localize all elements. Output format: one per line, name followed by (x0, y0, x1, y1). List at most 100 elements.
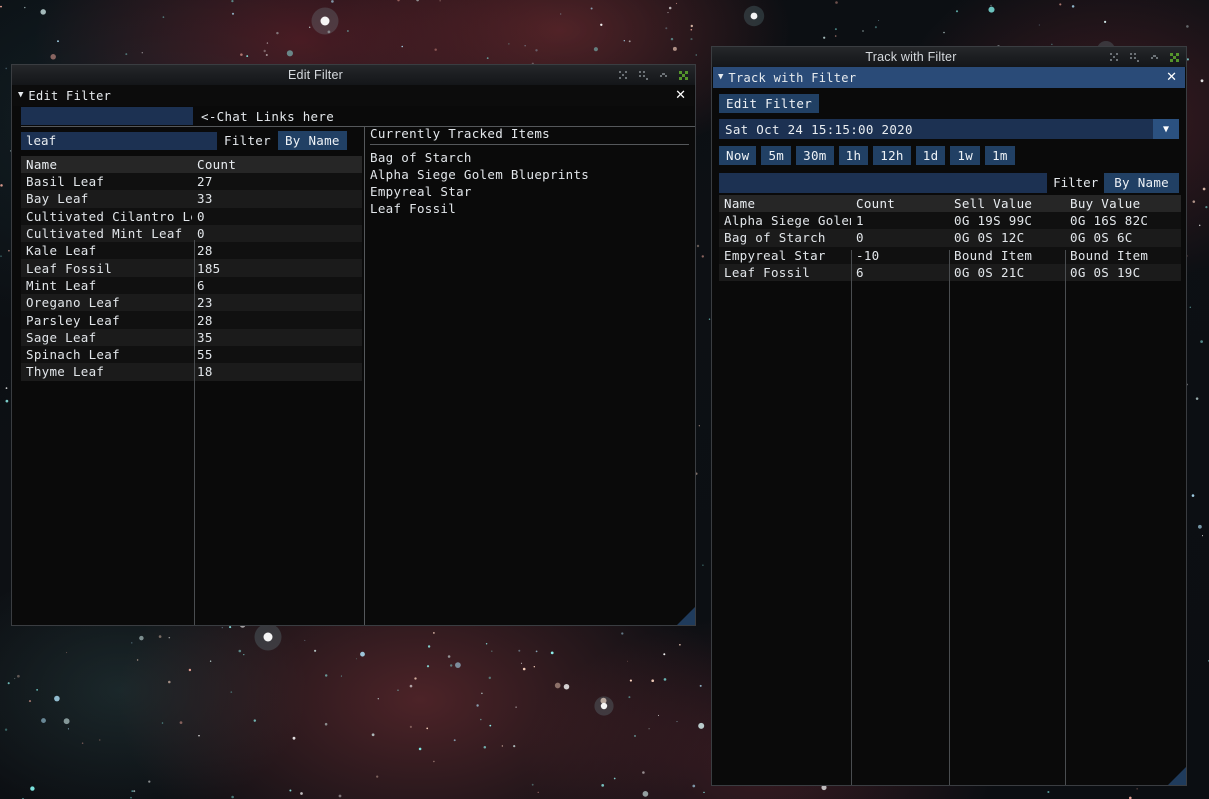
table-row[interactable]: Leaf Fossil 6 0G 0S 21C 0G 0S 19C (719, 263, 1181, 282)
track-filter-row: Filter By Name (719, 173, 1179, 193)
cell-name: Thyme Leaf (21, 363, 193, 381)
time-range-button-5m[interactable]: 5m (761, 146, 792, 165)
table-row[interactable]: Empyreal Star -10 Bound Item Bound Item (719, 246, 1181, 264)
cell-name: Oregano Leaf (21, 294, 193, 312)
edit-filter-window: Edit Filter ▼ Edit Filter ✕ <-Chat Links… (11, 64, 696, 626)
table-row[interactable]: Sage Leaf 35 (21, 328, 362, 346)
list-item[interactable]: Empyreal Star (370, 183, 689, 200)
filter-row: Filter By Name (21, 131, 362, 150)
minimize-icon[interactable] (1150, 53, 1159, 62)
maximize-icon[interactable] (1130, 52, 1139, 62)
edit-filter-panel-titlebar[interactable]: ▼ Edit Filter ✕ (13, 85, 694, 106)
collapse-triangle-icon[interactable]: ▼ (718, 73, 723, 82)
cell-name: Alpha Siege Golem (719, 212, 851, 230)
datetime-selector[interactable]: Sat Oct 24 15:15:00 2020 ▼ (719, 119, 1179, 139)
track-panel-titlebar[interactable]: ▼ Track with Filter ✕ (713, 67, 1185, 88)
time-range-button-1d[interactable]: 1d (915, 146, 946, 165)
tracked-items-list: Bag of Starch Alpha Siege Golem Blueprint… (370, 149, 689, 217)
table-row[interactable]: Oregano Leaf 23 (21, 294, 362, 312)
time-range-button-1m[interactable]: 1m (985, 146, 1015, 165)
cell-buy-value: 0G 16S 82C (1065, 212, 1181, 230)
cell-name: Spinach Leaf (21, 345, 193, 364)
close-icon[interactable] (1170, 52, 1179, 62)
table-row[interactable]: Kale Leaf 28 (21, 242, 362, 260)
minimize-icon[interactable] (659, 71, 668, 80)
cell-name: Sage Leaf (21, 328, 193, 346)
chevron-down-icon[interactable]: ▼ (1153, 119, 1179, 139)
cell-buy-value: Bound Item (1065, 246, 1181, 264)
filter-label: Filter (224, 133, 271, 148)
track-item-table: Name Count Sell Value Buy Value Alpha Si… (719, 195, 1181, 282)
track-filter-mode-button[interactable]: By Name (1104, 173, 1179, 193)
table-row[interactable]: Thyme Leaf 18 (21, 363, 362, 381)
table-row[interactable]: Basil Leaf 27 (21, 173, 362, 191)
edit-filter-button[interactable]: Edit Filter (719, 94, 820, 113)
cell-count: 0 (192, 224, 362, 243)
chat-link-row: <-Chat Links here (21, 107, 362, 125)
cell-count: 18 (192, 363, 362, 381)
time-range-button-1w[interactable]: 1w (950, 146, 981, 165)
column-header-buy-value[interactable]: Buy Value (1065, 195, 1181, 212)
filter-input[interactable] (21, 131, 217, 150)
time-range-button-row: Now 5m 30m 1h 12h 1d 1w 1m (719, 146, 1179, 165)
track-wm-titlebar[interactable]: Track with Filter (711, 46, 1187, 67)
time-range-button-1h[interactable]: 1h (838, 146, 869, 165)
table-row[interactable]: Bay Leaf 33 (21, 190, 362, 208)
cell-name: Kale Leaf (21, 242, 193, 260)
column-header-count[interactable]: Count (192, 156, 362, 173)
cell-buy-value: 0G 0S 19C (1065, 263, 1181, 282)
time-range-button-12h[interactable]: 12h (873, 146, 911, 165)
edit-filter-panel-close-button[interactable]: ✕ (673, 89, 688, 102)
edit-filter-wm-title: Edit Filter (288, 68, 343, 82)
cell-name: Cultivated Mint Leaf (21, 224, 193, 243)
column-header-sell-value[interactable]: Sell Value (949, 195, 1065, 212)
track-filter-label: Filter (1047, 173, 1105, 193)
maximize-icon[interactable] (639, 70, 648, 80)
cell-name: Basil Leaf (21, 173, 193, 191)
cell-count: 55 (192, 345, 362, 364)
track-panel-title: Track with Filter (728, 70, 857, 85)
table-row[interactable]: Mint Leaf 6 (21, 276, 362, 295)
tracked-header-rule (370, 144, 689, 145)
cell-name: Empyreal Star (719, 246, 851, 264)
cell-name: Leaf Fossil (21, 259, 193, 277)
edit-filter-wm-titlebar[interactable]: Edit Filter (11, 64, 696, 85)
cell-count: 28 (192, 242, 362, 260)
filter-mode-button[interactable]: By Name (277, 131, 347, 150)
table-row[interactable]: Spinach Leaf 55 (21, 345, 362, 364)
table-row[interactable]: Alpha Siege Golem 1 0G 19S 99C 0G 16S 82C (719, 212, 1181, 230)
list-item[interactable]: Alpha Siege Golem Blueprints (370, 166, 689, 183)
shade-icon[interactable] (1110, 52, 1119, 62)
cell-count: 0 (192, 207, 362, 225)
shade-icon[interactable] (619, 70, 628, 80)
column-header-count[interactable]: Count (851, 195, 949, 212)
cell-name: Cultivated Cilantro Lea (21, 207, 193, 225)
time-range-button-now[interactable]: Now (719, 146, 757, 165)
table-row[interactable]: Bag of Starch 0 0G 0S 12C 0G 0S 6C (719, 229, 1181, 247)
cell-name: Bay Leaf (21, 190, 193, 208)
track-filter-input[interactable] (719, 173, 1048, 193)
track-resize-grip[interactable] (1168, 767, 1186, 785)
edit-filter-resize-grip[interactable] (677, 607, 695, 625)
table-row[interactable]: Cultivated Cilantro Lea 0 (21, 207, 362, 225)
table-row[interactable]: Cultivated Mint Leaf 0 (21, 224, 362, 243)
track-panel-close-button[interactable]: ✕ (1164, 71, 1179, 84)
cell-count: 0 (851, 229, 949, 247)
collapse-triangle-icon[interactable]: ▼ (18, 91, 23, 100)
cell-name: Leaf Fossil (719, 263, 851, 282)
cell-name: Bag of Starch (719, 229, 851, 247)
cell-buy-value: 0G 0S 6C (1065, 229, 1181, 247)
table-header-row: Name Count (21, 156, 362, 173)
list-item[interactable]: Leaf Fossil (370, 200, 689, 217)
track-wm-title: Track with Filter (865, 50, 957, 64)
chat-link-input[interactable] (21, 107, 193, 125)
column-header-name[interactable]: Name (21, 156, 193, 173)
cell-count: 27 (192, 173, 362, 191)
cell-name: Mint Leaf (21, 276, 193, 295)
close-icon[interactable] (679, 70, 688, 80)
table-row[interactable]: Parsley Leaf 28 (21, 311, 362, 329)
column-header-name[interactable]: Name (719, 195, 851, 212)
table-row[interactable]: Leaf Fossil 185 (21, 259, 362, 277)
list-item[interactable]: Bag of Starch (370, 149, 689, 166)
time-range-button-30m[interactable]: 30m (796, 146, 834, 165)
